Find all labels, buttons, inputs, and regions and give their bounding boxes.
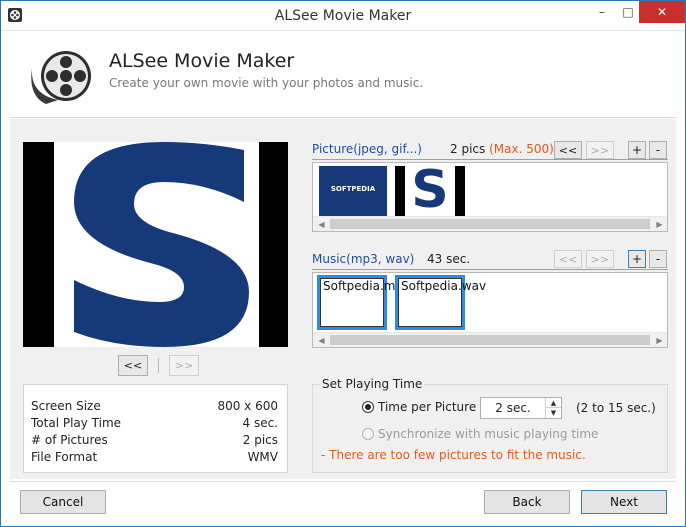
music-strip[interactable]: Softpedia.mp3 Softpedia.wav ◀ ▶ [312, 272, 668, 348]
info-row-file-format: File Format WMV [31, 450, 278, 464]
music-duration: 43 sec. [427, 252, 471, 266]
scroll-thumb[interactable] [330, 335, 650, 345]
preview-next-button[interactable]: >> [169, 355, 199, 376]
film-reel-icon [31, 51, 91, 104]
time-range-text: (2 to 15 sec.) [576, 401, 656, 415]
time-per-picture-radio[interactable] [362, 401, 374, 413]
picture-preview [23, 142, 288, 347]
picture-max: (Max. 500) [489, 142, 554, 156]
spin-down-icon[interactable]: ▼ [546, 408, 561, 418]
info-row-pictures: # of Pictures 2 pics [31, 433, 278, 447]
playing-time-title: Set Playing Time [320, 377, 425, 391]
music-item[interactable]: Softpedia.mp3 [317, 275, 411, 330]
time-per-picture-spinner[interactable]: 2 sec. ▲ ▼ [480, 397, 562, 419]
picture-scrollbar[interactable]: ◀ ▶ [313, 216, 667, 231]
music-prev-button[interactable]: << [554, 250, 582, 268]
back-button[interactable]: Back [484, 490, 570, 514]
softpedia-s-logo [74, 142, 249, 347]
music-scrollbar[interactable]: ◀ ▶ [313, 332, 667, 347]
info-row-play-time: Total Play Time 4 sec. [31, 416, 278, 430]
time-per-picture-label[interactable]: Time per Picture [378, 400, 476, 414]
app-title: ALSee Movie Maker [109, 50, 295, 72]
scroll-right-icon[interactable]: ▶ [652, 333, 667, 347]
scroll-left-icon[interactable]: ◀ [314, 333, 329, 347]
picture-divider [312, 159, 668, 160]
add-music-button[interactable]: + [628, 250, 646, 268]
scroll-left-icon[interactable]: ◀ [314, 217, 329, 231]
picture-thumbnail[interactable]: SOFTPEDIA [319, 166, 387, 216]
next-button[interactable]: Next [581, 490, 667, 514]
window-title: ALSee Movie Maker [274, 8, 412, 24]
remove-picture-button[interactable]: - [649, 141, 667, 159]
main-panel: << >> Screen Size 800 x 600 Total Play T… [10, 119, 676, 479]
music-item[interactable]: Softpedia.wav [395, 275, 486, 330]
spin-up-icon[interactable]: ▲ [546, 398, 561, 408]
music-section-label: Music(mp3, wav) [312, 252, 415, 266]
remove-music-button[interactable]: - [649, 250, 667, 268]
info-row-screen-size: Screen Size 800 x 600 [31, 399, 278, 413]
picture-thumbnail[interactable]: S [395, 166, 465, 216]
warning-text: - There are too few pictures to fit the … [321, 448, 586, 462]
movie-info-box: Screen Size 800 x 600 Total Play Time 4 … [23, 384, 288, 473]
preview-image [54, 142, 259, 347]
footer-divider [10, 481, 676, 482]
title-bar: ALSee Movie Maker – □ ✕ [1, 1, 685, 31]
picture-next-button[interactable]: >> [586, 141, 614, 159]
close-button[interactable]: ✕ [639, 1, 685, 23]
add-picture-button[interactable]: + [628, 141, 646, 159]
picture-prev-button[interactable]: << [554, 141, 582, 159]
picture-strip[interactable]: SOFTPEDIA S ◀ ▶ [312, 162, 668, 232]
scroll-right-icon[interactable]: ▶ [652, 217, 667, 231]
nav-separator [158, 358, 159, 373]
sync-music-label[interactable]: Synchronize with music playing time [378, 427, 598, 441]
scroll-thumb[interactable] [330, 219, 650, 229]
app-header: ALSee Movie Maker Create your own movie … [10, 32, 676, 118]
picture-section-label: Picture(jpeg, gif...) [312, 142, 422, 156]
spinner-value[interactable]: 2 sec. [481, 401, 545, 415]
cancel-button[interactable]: Cancel [20, 490, 106, 514]
preview-prev-button[interactable]: << [118, 355, 148, 376]
music-divider [312, 269, 668, 270]
music-next-button[interactable]: >> [586, 250, 614, 268]
app-window: ALSee Movie Maker – □ ✕ ALSee Movie Make… [0, 0, 686, 527]
sync-music-radio[interactable] [362, 428, 374, 440]
picture-count: 2 pics (Max. 500) [450, 142, 554, 156]
app-subtitle: Create your own movie with your photos a… [109, 76, 424, 90]
